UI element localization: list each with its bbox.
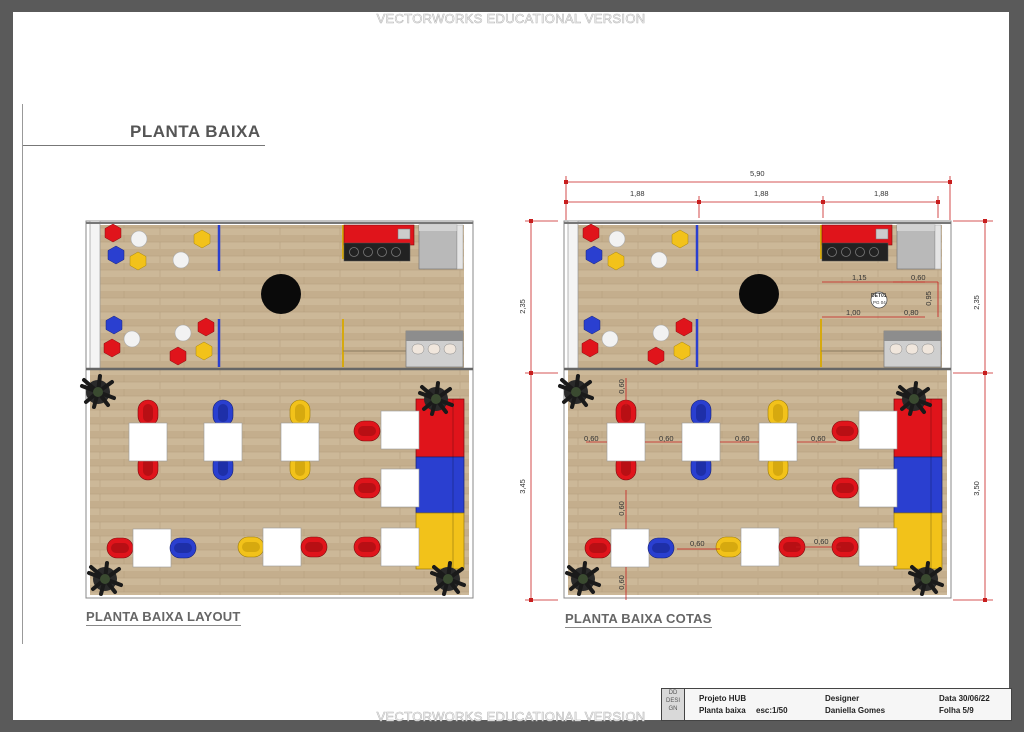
dim-kitchen-115: 1,15 (852, 273, 867, 282)
detail-tag-page: PG 04 (873, 300, 886, 305)
dim-kitchen-080: 0,80 (904, 308, 919, 317)
dim-left-lower: 3,45 (517, 479, 527, 494)
layout-plan-label: PLANTA BAIXA LAYOUT (86, 609, 241, 626)
dim-kitchen-060: 0,60 (911, 273, 926, 282)
dim-right-upper: 2,35 (971, 295, 981, 310)
dim-kitchen-100: 1,00 (846, 308, 861, 317)
dim-left-upper: 2,35 (517, 299, 527, 314)
dim-kitchen-095: 0,95 (923, 291, 933, 306)
tb-designer-name: Daniella Gomes (825, 706, 886, 715)
dim-gap-b: 0,60 (659, 434, 674, 443)
dim-gap-h: 0,60 (616, 501, 626, 516)
tb-designer-label: Designer (825, 694, 860, 703)
tb-scale: esc:1/50 (756, 706, 788, 715)
dim-gap-a: 0,60 (584, 434, 599, 443)
dim-gap-c: 0,60 (735, 434, 750, 443)
detail-tag-code: DET01 (871, 293, 887, 299)
dim-gap-f: 0,60 (814, 537, 829, 546)
dim-segment-2: 1,88 (754, 189, 769, 198)
tb-date: Data 30/06/22 (939, 694, 990, 703)
dim-gap-e: 0,60 (690, 539, 705, 548)
dim-gap-d: 0,60 (811, 434, 826, 443)
dim-right-lower: 3,50 (971, 481, 981, 496)
tb-project: Projeto HUB (699, 694, 747, 703)
dim-total-width: 5,90 (750, 169, 765, 178)
dim-segment-1: 1,88 (630, 189, 645, 198)
title-block: DD DESI GN Projeto HUB Planta baixa esc:… (661, 688, 1012, 721)
dimensions-plan-label: PLANTA BAIXA COTAS (565, 611, 712, 628)
drawing-sheet: VECTORWORKS EDUCATIONAL VERSION VECTORWO… (13, 11, 1012, 724)
dim-gap-g: 0,60 (616, 379, 626, 394)
dim-segment-3: 1,88 (874, 189, 889, 198)
tb-sheet: Folha 5/9 (939, 706, 974, 715)
tb-drawing: Planta baixa (699, 706, 746, 715)
designer-logo: DD DESI GN (662, 689, 685, 720)
dim-gap-i: 0,60 (616, 575, 626, 590)
